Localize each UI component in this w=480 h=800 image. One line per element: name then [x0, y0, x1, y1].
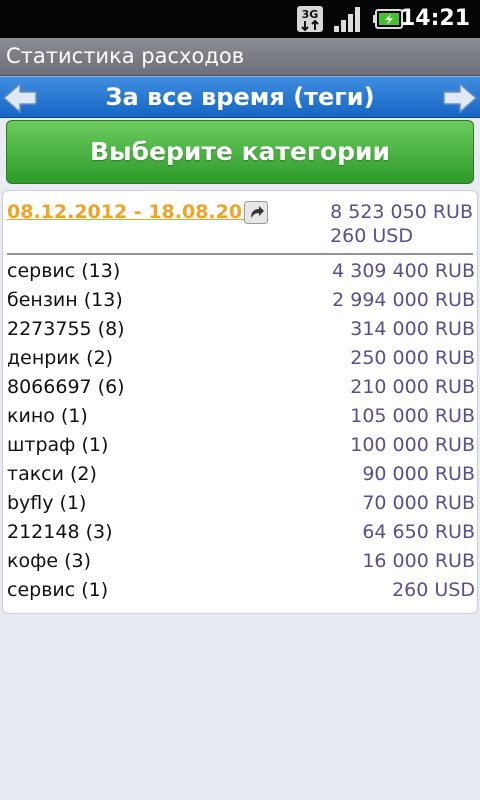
total-usd: 260 USD: [330, 225, 413, 247]
category-row[interactable]: такси (2) 90 000 RUB: [3, 461, 477, 490]
network-3g-icon: 3G: [297, 6, 323, 32]
status-time: 14:21: [399, 6, 470, 31]
period-navigator: За все время (теги): [0, 76, 480, 118]
category-row[interactable]: сервис (13) 4 309 400 RUB: [3, 258, 477, 287]
period-label: За все время (теги): [105, 83, 375, 111]
category-name: штраф (1): [7, 434, 109, 456]
category-name: 8066697 (6): [7, 376, 125, 398]
category-name: кино (1): [7, 405, 88, 427]
signal-strength-icon: [334, 7, 360, 32]
select-categories-button[interactable]: Выберите категории: [6, 120, 474, 184]
category-row[interactable]: кино (1) 105 000 RUB: [3, 403, 477, 432]
category-name: бензин (13): [7, 289, 123, 311]
category-amount: 250 000 RUB: [350, 347, 475, 369]
category-name: такси (2): [7, 463, 97, 485]
network-3g-label: 3G: [302, 8, 319, 21]
app-title-bar: Статистика расходов: [0, 38, 480, 76]
category-amount: 90 000 RUB: [362, 463, 475, 485]
category-amount: 4 309 400 RUB: [332, 260, 475, 282]
category-name: 2273755 (8): [7, 318, 125, 340]
category-list: сервис (13) 4 309 400 RUB бензин (13) 2 99…: [3, 258, 477, 606]
status-bar: 3G 14:21: [0, 0, 480, 38]
category-row[interactable]: 212148 (3) 64 650 RUB: [3, 519, 477, 548]
statistics-card: 08.12.2012 - 18.08.2013 8 523 050 RUB 26…: [2, 190, 478, 614]
category-row[interactable]: byfly (1) 70 000 RUB: [3, 490, 477, 519]
arrow-right-icon[interactable]: [440, 79, 480, 117]
divider: [7, 253, 473, 255]
category-name: денрик (2): [7, 347, 114, 369]
category-amount: 16 000 RUB: [362, 550, 475, 572]
category-row[interactable]: кофе (3) 16 000 RUB: [3, 548, 477, 577]
category-amount: 210 000 RUB: [350, 376, 475, 398]
category-amount: 2 994 000 RUB: [332, 289, 475, 311]
category-name: byfly (1): [7, 492, 87, 514]
category-name: сервис (13): [7, 260, 121, 282]
total-rub: 8 523 050 RUB: [330, 201, 473, 223]
category-amount: 260 USD: [392, 579, 475, 601]
category-amount: 64 650 RUB: [362, 521, 475, 543]
category-amount: 314 000 RUB: [350, 318, 475, 340]
arrow-left-icon[interactable]: [0, 79, 40, 117]
category-row[interactable]: бензин (13) 2 994 000 RUB: [3, 287, 477, 316]
category-row[interactable]: 8066697 (6) 210 000 RUB: [3, 374, 477, 403]
category-name: кофе (3): [7, 550, 91, 572]
category-row[interactable]: 2273755 (8) 314 000 RUB: [3, 316, 477, 345]
category-name: 212148 (3): [7, 521, 113, 543]
category-row[interactable]: денрик (2) 250 000 RUB: [3, 345, 477, 374]
category-amount: 70 000 RUB: [362, 492, 475, 514]
category-amount: 100 000 RUB: [350, 434, 475, 456]
category-row[interactable]: сервис (1) 260 USD: [3, 577, 477, 606]
category-name: сервис (1): [7, 579, 109, 601]
share-icon[interactable]: [244, 201, 268, 224]
app-title: Статистика расходов: [6, 44, 245, 68]
date-range-link[interactable]: 08.12.2012 - 18.08.2013: [7, 201, 269, 223]
category-amount: 105 000 RUB: [350, 405, 475, 427]
category-row[interactable]: штраф (1) 100 000 RUB: [3, 432, 477, 461]
